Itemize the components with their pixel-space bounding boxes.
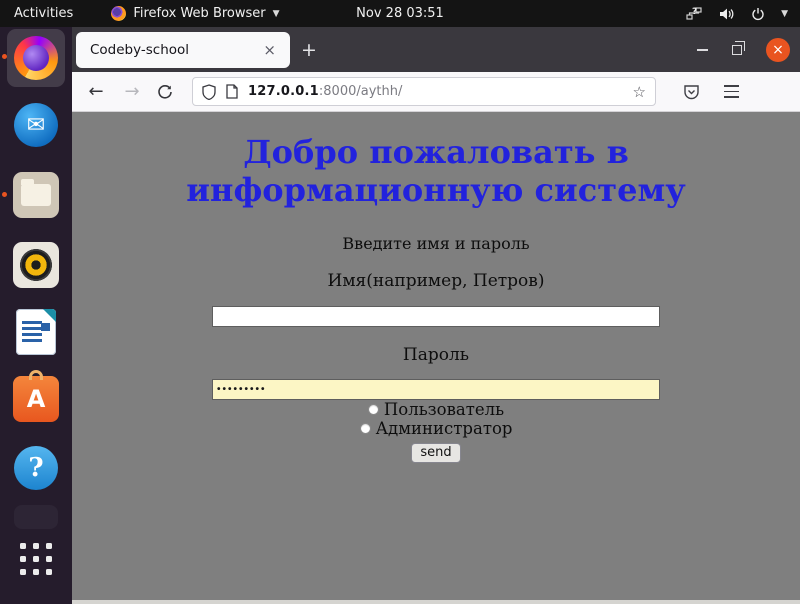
page-content: Добро пожаловать в информационную систем…	[72, 113, 800, 600]
reload-icon[interactable]	[156, 83, 174, 101]
radio-row-user[interactable]: Пользователь	[72, 400, 800, 419]
dock-item-rhythmbox[interactable]	[12, 241, 60, 289]
files-icon	[13, 172, 59, 218]
chevron-down-icon: ▼	[273, 9, 280, 19]
close-button[interactable]: ×	[766, 38, 790, 62]
radio-admin[interactable]	[360, 423, 371, 434]
radio-admin-label: Администратор	[376, 419, 513, 438]
intro-text: Введите имя и пароль	[72, 234, 800, 253]
dock-item-files[interactable]	[12, 171, 60, 219]
radio-row-admin[interactable]: Администратор	[72, 419, 800, 438]
apps-grid-icon	[20, 543, 52, 575]
app-menu-label: Firefox Web Browser	[133, 6, 265, 21]
help-icon: ?	[14, 446, 58, 490]
firefox-icon	[14, 36, 58, 80]
app-menu[interactable]: Firefox Web Browser ▼	[111, 6, 279, 21]
volume-icon	[718, 6, 735, 22]
send-button[interactable]: send	[411, 443, 460, 463]
rhythmbox-icon	[13, 242, 59, 288]
system-tray[interactable]: ? ▼	[686, 6, 800, 22]
libreoffice-writer-icon	[16, 309, 56, 355]
back-icon[interactable]: ←	[82, 81, 110, 102]
radio-user[interactable]	[368, 404, 379, 415]
bookmark-star-icon[interactable]: ☆	[633, 83, 646, 101]
system-top-bar: Activities Firefox Web Browser ▼ Nov 28 …	[0, 0, 800, 27]
dock-item-thunderbird[interactable]: ✉	[12, 101, 60, 149]
page-title: Добро пожаловать в информационную систем…	[146, 133, 726, 209]
window-bottom-edge	[72, 600, 800, 604]
running-indicator	[2, 54, 7, 59]
ubuntu-software-icon: A	[13, 376, 59, 422]
menu-icon[interactable]	[724, 85, 739, 97]
tab-close-icon[interactable]: ×	[259, 41, 280, 60]
navigation-toolbar: ← → 127.0.0.1:8000/aythh/ ☆	[72, 72, 800, 112]
firefox-mini-icon	[111, 6, 126, 21]
dock-item-firefox[interactable]	[12, 34, 60, 82]
restore-button[interactable]	[732, 45, 742, 55]
window-controls: ×	[697, 27, 790, 72]
forward-icon: →	[118, 81, 146, 102]
password-label: Пароль	[72, 345, 800, 365]
network-icon: ?	[686, 6, 703, 22]
url-bar[interactable]: 127.0.0.1:8000/aythh/ ☆	[192, 77, 656, 106]
svg-text:?: ?	[692, 7, 697, 17]
dock: ✉ A ?	[0, 27, 72, 604]
url-path: :8000/aythh/	[319, 84, 402, 99]
dock-item-libreoffice-writer[interactable]	[12, 308, 60, 356]
new-tab-button[interactable]: +	[296, 37, 322, 63]
radio-user-label: Пользователь	[384, 400, 504, 419]
power-icon	[750, 6, 766, 22]
url-host: 127.0.0.1	[248, 84, 319, 99]
dock-item-hidden[interactable]	[14, 505, 58, 529]
page-info-icon[interactable]	[226, 84, 238, 99]
dock-item-help[interactable]: ?	[12, 444, 60, 492]
thunderbird-icon: ✉	[14, 103, 58, 147]
name-input[interactable]	[212, 306, 660, 327]
pocket-icon[interactable]	[683, 84, 700, 100]
tab-codeby-school[interactable]: Codeby-school ×	[76, 32, 290, 68]
activities-button[interactable]: Activities	[0, 0, 87, 27]
password-input[interactable]	[212, 379, 660, 400]
dock-item-show-applications[interactable]	[12, 535, 60, 583]
minimize-button[interactable]	[697, 49, 708, 51]
browser-titlebar: Codeby-school × + ×	[72, 27, 800, 72]
dock-item-ubuntu-software[interactable]: A	[12, 375, 60, 423]
tab-title: Codeby-school	[90, 42, 189, 58]
chevron-down-icon: ▼	[781, 9, 788, 19]
running-indicator	[2, 192, 7, 197]
shield-icon[interactable]	[202, 84, 216, 100]
name-label: Имя(например, Петров)	[72, 271, 800, 291]
